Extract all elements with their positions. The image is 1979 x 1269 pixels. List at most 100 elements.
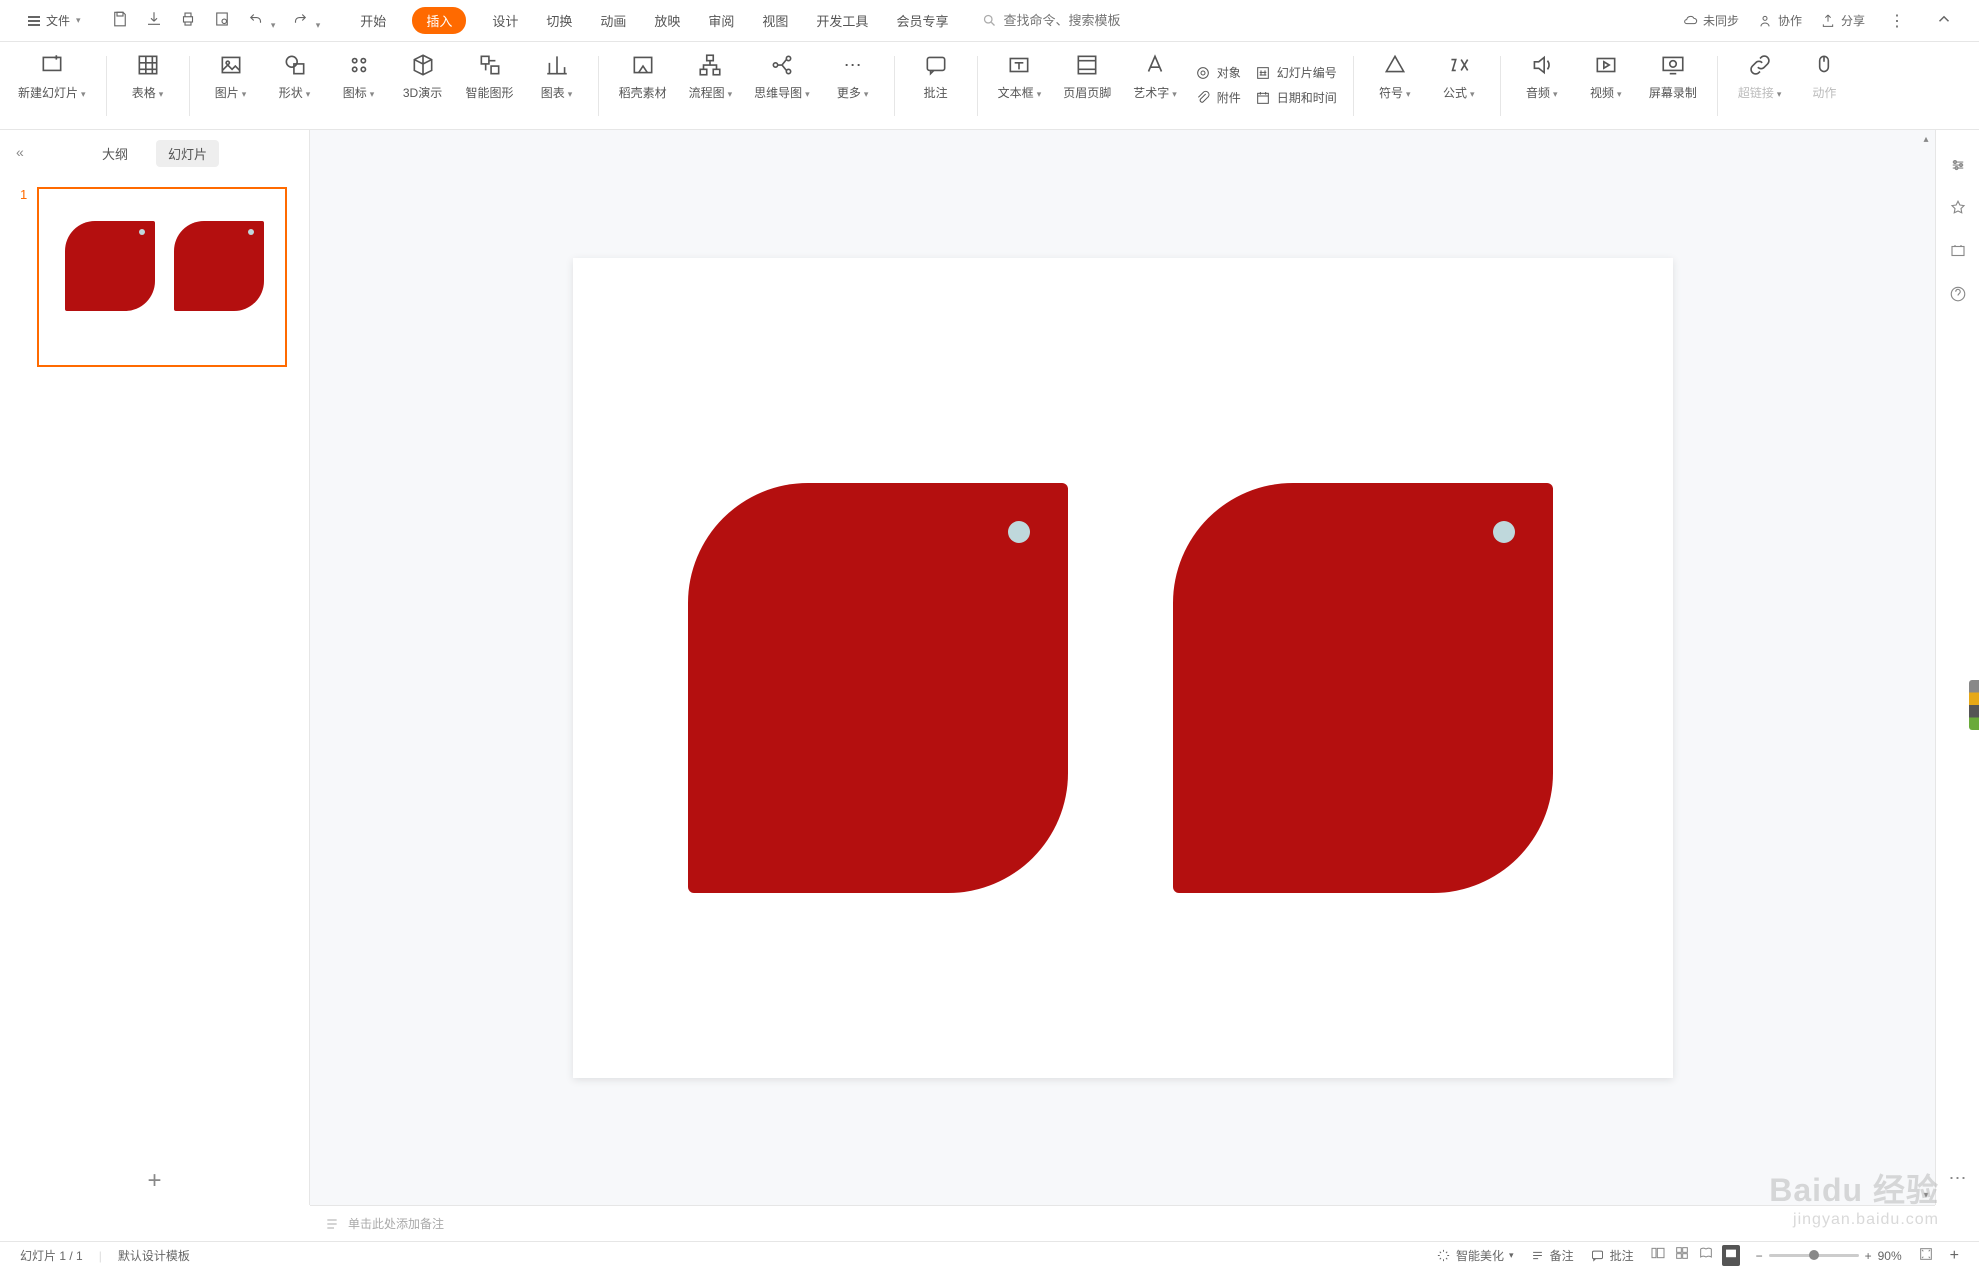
sync-button[interactable]: 未同步 xyxy=(1682,12,1739,29)
undo-icon[interactable] xyxy=(241,6,282,35)
redo-icon[interactable] xyxy=(285,6,326,35)
object-icon xyxy=(1195,65,1211,81)
tab-member[interactable]: 会员专享 xyxy=(894,7,950,34)
collab-button[interactable]: 协作 xyxy=(1757,12,1802,29)
mindmap-label: 思维导图 xyxy=(754,84,802,101)
share-button[interactable]: 分享 xyxy=(1820,12,1865,29)
new-slide-label: 新建幻灯片 xyxy=(18,84,78,101)
video-button[interactable]: 视频 xyxy=(1581,50,1631,103)
shape-button[interactable]: 形状 xyxy=(270,50,320,103)
comment-button[interactable]: 批注 xyxy=(911,50,961,103)
canvas-shape-2[interactable] xyxy=(1173,483,1553,893)
save-as-icon[interactable] xyxy=(139,6,169,35)
new-slide-button[interactable]: 新建幻灯片 xyxy=(14,50,90,103)
history-icon[interactable] xyxy=(1949,242,1967,263)
table-label: 表格 xyxy=(132,84,156,101)
screen-rec-button[interactable]: 屏幕录制 xyxy=(1645,50,1701,103)
search-input[interactable] xyxy=(1003,13,1263,28)
zoom-value[interactable]: 90% xyxy=(1878,1249,1902,1263)
video-label: 视频 xyxy=(1590,84,1614,101)
settings-panel-icon[interactable] xyxy=(1949,156,1967,177)
help-icon[interactable] xyxy=(1949,285,1967,306)
canvas-shape-1[interactable] xyxy=(688,483,1068,893)
scroll-up-icon[interactable]: ▴ xyxy=(1919,130,1932,149)
wordart-button[interactable]: 艺术字 xyxy=(1129,50,1181,103)
audio-button[interactable]: 音频 xyxy=(1517,50,1567,103)
outline-tab[interactable]: 大纲 xyxy=(90,140,140,167)
rail-accent xyxy=(1969,680,1979,730)
comments-toggle[interactable]: 批注 xyxy=(1590,1247,1634,1264)
hyperlink-button[interactable]: 超链接 xyxy=(1734,50,1786,103)
command-search[interactable] xyxy=(982,13,1263,28)
canvas-dot-2[interactable] xyxy=(1493,521,1515,543)
slide-number-button[interactable]: 幻灯片编号 xyxy=(1255,64,1337,81)
sorter-view-icon[interactable] xyxy=(1674,1245,1690,1266)
smartart-button[interactable]: 智能图形 xyxy=(462,50,518,103)
slide-thumbnail[interactable] xyxy=(37,187,287,367)
link-icon xyxy=(1747,52,1773,78)
tab-review[interactable]: 审阅 xyxy=(706,7,736,34)
canvas-dot-1[interactable] xyxy=(1008,521,1030,543)
notes-placeholder[interactable]: 单击此处添加备注 xyxy=(348,1215,444,1232)
more-menu-icon[interactable]: ⋮ xyxy=(1883,7,1911,35)
scroll-down-icon[interactable]: ▾ xyxy=(1919,1186,1932,1205)
equation-label: 公式 xyxy=(1443,84,1467,101)
more-button[interactable]: ⋯ 更多 xyxy=(828,50,878,103)
template-button[interactable]: 稻壳素材 xyxy=(615,50,671,103)
symbol-icon xyxy=(1382,52,1408,78)
file-menu[interactable]: 文件 ▾ xyxy=(20,8,89,33)
reading-view-icon[interactable] xyxy=(1698,1245,1714,1266)
header-footer-label: 页眉页脚 xyxy=(1063,84,1111,101)
tab-view[interactable]: 视图 xyxy=(760,7,790,34)
tab-dev[interactable]: 开发工具 xyxy=(814,7,870,34)
template-label: 稻壳素材 xyxy=(619,84,667,101)
add-slide-icon[interactable]: + xyxy=(147,1167,161,1195)
tab-animation[interactable]: 动画 xyxy=(598,7,628,34)
comments-toggle-icon xyxy=(1590,1248,1605,1263)
equation-button[interactable]: 公式 xyxy=(1434,50,1484,103)
object-button[interactable]: 对象 xyxy=(1195,64,1241,81)
share-label: 分享 xyxy=(1841,12,1865,29)
collab-label: 协作 xyxy=(1778,12,1802,29)
slide-canvas[interactable] xyxy=(573,258,1673,1078)
notes-toggle[interactable]: 备注 xyxy=(1530,1247,1574,1264)
shape-label: 形状 xyxy=(279,84,303,101)
collapse-ribbon-icon[interactable] xyxy=(1929,6,1959,35)
tab-start[interactable]: 开始 xyxy=(358,7,388,34)
textbox-button[interactable]: 文本框 xyxy=(994,50,1046,103)
normal-view-icon[interactable] xyxy=(1650,1245,1666,1266)
zoom-slider[interactable] xyxy=(1769,1254,1859,1257)
table-button[interactable]: 表格 xyxy=(123,50,173,103)
video-icon xyxy=(1593,52,1619,78)
add-status-icon[interactable]: + xyxy=(1950,1247,1959,1265)
image-button[interactable]: 图片 xyxy=(206,50,256,103)
symbol-button[interactable]: 符号 xyxy=(1370,50,1420,103)
zoom-out-icon[interactable]: − xyxy=(1756,1249,1763,1263)
print-icon[interactable] xyxy=(173,6,203,35)
slideshow-view-icon[interactable] xyxy=(1722,1245,1740,1266)
icon-button[interactable]: 图标 xyxy=(334,50,384,103)
tab-design[interactable]: 设计 xyxy=(490,7,520,34)
smart-beautify-button[interactable]: 智能美化 ▾ xyxy=(1436,1247,1514,1264)
save-icon[interactable] xyxy=(105,6,135,35)
shape-icon xyxy=(282,52,308,78)
zoom-in-icon[interactable]: + xyxy=(1865,1249,1872,1263)
fit-window-icon[interactable] xyxy=(1918,1246,1934,1265)
tab-insert[interactable]: 插入 xyxy=(412,7,466,34)
date-time-button[interactable]: 日期和时间 xyxy=(1255,89,1337,106)
tab-transition[interactable]: 切换 xyxy=(544,7,574,34)
chart-button[interactable]: 图表 xyxy=(532,50,582,103)
more-rail-icon[interactable]: ⋯ xyxy=(1949,1168,1967,1189)
mindmap-button[interactable]: 思维导图 xyxy=(750,50,814,103)
attachment-button[interactable]: 附件 xyxy=(1195,89,1241,106)
slides-tab[interactable]: 幻灯片 xyxy=(156,140,219,167)
header-footer-button[interactable]: 页眉页脚 xyxy=(1059,50,1115,103)
3d-button[interactable]: 3D演示 xyxy=(398,50,448,103)
action-button[interactable]: 动作 xyxy=(1799,50,1849,103)
print-preview-icon[interactable] xyxy=(207,6,237,35)
favorite-icon[interactable] xyxy=(1949,199,1967,220)
cube-icon xyxy=(410,52,436,78)
flowchart-button[interactable]: 流程图 xyxy=(685,50,737,103)
collapse-panel-icon[interactable]: « xyxy=(16,144,24,160)
tab-slideshow[interactable]: 放映 xyxy=(652,7,682,34)
